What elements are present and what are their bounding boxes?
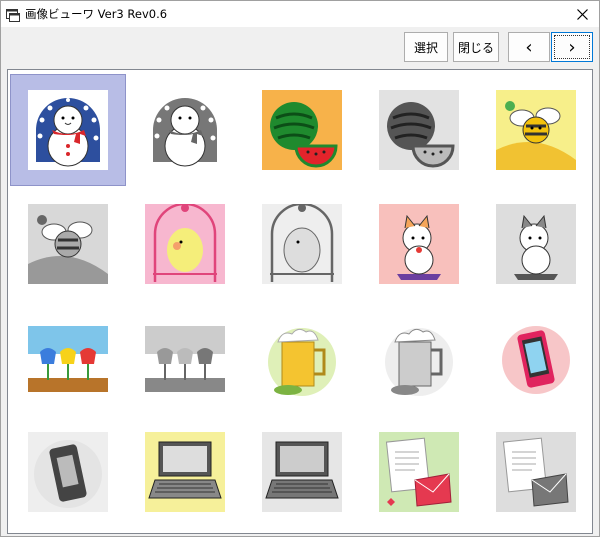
thumbnail-cell[interactable] xyxy=(478,74,594,186)
prev-button[interactable]: ‹ xyxy=(508,32,550,62)
thumbnail-cell[interactable] xyxy=(478,188,594,300)
snowman-color-image xyxy=(28,90,108,170)
close-button[interactable]: 閉じる xyxy=(453,32,499,62)
thumbnail-cell[interactable] xyxy=(10,74,126,186)
thumbnail-cell[interactable] xyxy=(244,188,360,300)
thumbnail-cell[interactable] xyxy=(127,302,243,414)
thumbnail-cell[interactable] xyxy=(244,302,360,414)
close-window-button[interactable] xyxy=(565,1,599,27)
thumbnail-cell[interactable] xyxy=(244,74,360,186)
smartphone-color-image xyxy=(496,318,576,398)
thumbnail-cell[interactable] xyxy=(10,416,126,528)
thumbnail-cell[interactable] xyxy=(478,416,594,528)
app-window: 画像ビューワ Ver3 Rev0.6 選択 閉じる ‹ › xyxy=(0,0,600,537)
cat-color-image xyxy=(379,204,459,284)
bee-color-image xyxy=(496,90,576,170)
laptop-gray-image xyxy=(262,432,342,512)
thumbnail-cell[interactable] xyxy=(361,302,477,414)
title-bar[interactable]: 画像ビューワ Ver3 Rev0.6 xyxy=(1,1,599,27)
letter-gray-image xyxy=(496,432,576,512)
cat-gray-image xyxy=(496,204,576,284)
thumbnail-cell[interactable] xyxy=(127,188,243,300)
laptop-color-image xyxy=(145,432,225,512)
select-button[interactable]: 選択 xyxy=(404,32,448,62)
thumbnail-cell[interactable] xyxy=(10,188,126,300)
app-window-icon xyxy=(6,7,20,22)
toolbar: 選択 閉じる ‹ › xyxy=(1,27,599,69)
beer-gray-image xyxy=(379,318,459,398)
smartphone-gray-image xyxy=(28,432,108,512)
next-button[interactable]: › xyxy=(551,32,593,62)
watermelon-gray-image xyxy=(379,90,459,170)
tulips-gray-image xyxy=(145,318,225,398)
thumbnail-cell[interactable] xyxy=(127,74,243,186)
bee-gray-image xyxy=(28,204,108,284)
thumbnail-cell[interactable] xyxy=(478,302,594,414)
thumbnail-cell[interactable] xyxy=(361,74,477,186)
beer-color-image xyxy=(262,318,342,398)
thumbnail-grid xyxy=(7,69,593,534)
parakeet-gray-image xyxy=(262,204,342,284)
letter-color-image xyxy=(379,432,459,512)
watermelon-color-image xyxy=(262,90,342,170)
close-icon xyxy=(576,5,588,24)
window-title: 画像ビューワ Ver3 Rev0.6 xyxy=(25,7,168,21)
thumbnail-cell[interactable] xyxy=(244,416,360,528)
tulips-color-image xyxy=(28,318,108,398)
thumbnail-cell[interactable] xyxy=(361,416,477,528)
snowman-gray-image xyxy=(145,90,225,170)
thumbnail-cell[interactable] xyxy=(127,416,243,528)
thumbnail-cell[interactable] xyxy=(361,188,477,300)
parakeet-color-image xyxy=(145,204,225,284)
thumbnail-cell[interactable] xyxy=(10,302,126,414)
